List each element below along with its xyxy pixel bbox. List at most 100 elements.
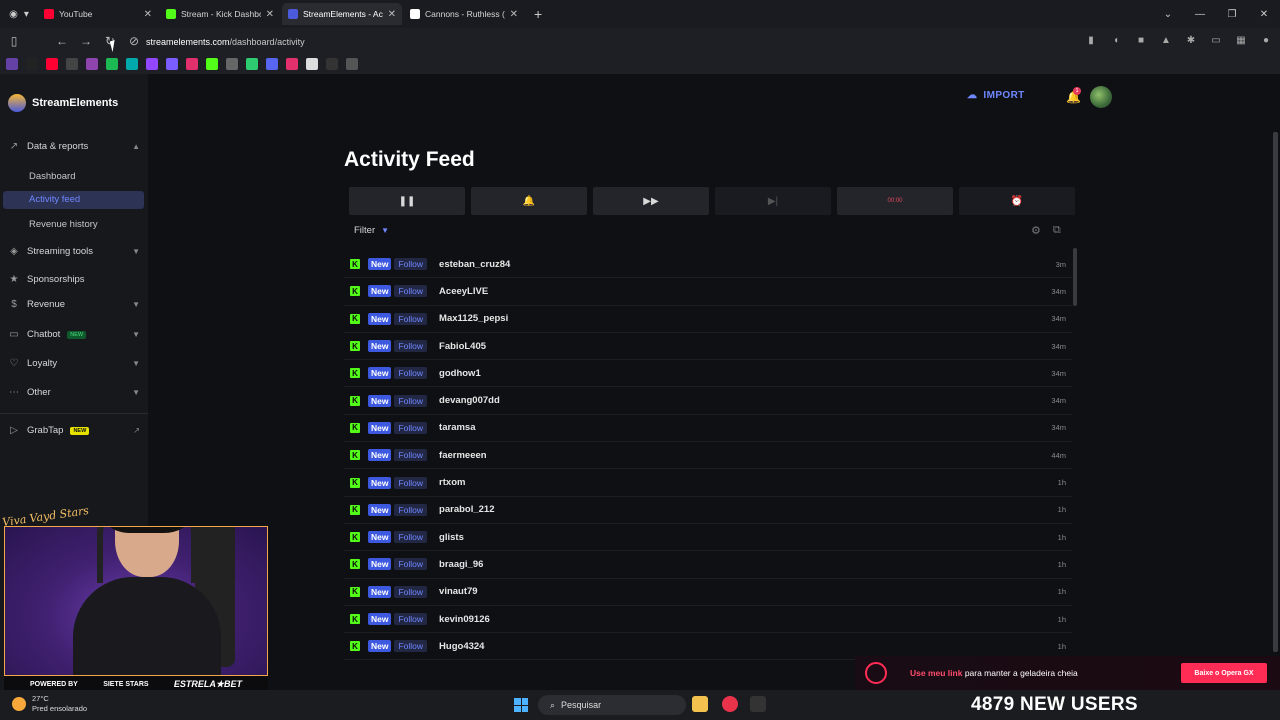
audio-icon[interactable]: ◖	[1108, 32, 1124, 48]
feed-row[interactable]: K New Follow Max1125_pepsi 34m	[344, 306, 1072, 333]
feed-row[interactable]: K New Follow vinaut79 1h	[344, 579, 1072, 606]
feed-username[interactable]: devang007dd	[439, 395, 500, 406]
terminal-icon[interactable]	[750, 696, 766, 712]
popout-icon[interactable]: ⧉	[1053, 224, 1061, 237]
feed-row[interactable]: K New Follow taramsa 34m	[344, 415, 1072, 443]
bookmark-grid-icon[interactable]	[346, 58, 358, 70]
bookmark-instagram2-icon[interactable]	[286, 58, 298, 70]
url-field[interactable]: streamelements.com/dashboard/activity	[146, 33, 1086, 50]
feed-row[interactable]: K New Follow rtxom 1h	[344, 469, 1072, 497]
profile-icon[interactable]: ●	[1258, 32, 1274, 48]
feed-row[interactable]: K New Follow esteban_cruz84 3m	[344, 251, 1072, 279]
sidebar-item-data-reports[interactable]: ↗ Data & reports ▲	[8, 141, 140, 152]
new-tab-button[interactable]: +	[534, 6, 542, 22]
feed-username[interactable]: faermeeen	[439, 450, 487, 461]
feed-username[interactable]: glists	[439, 532, 464, 543]
sidebar-item-revenue-history[interactable]: Revenue history	[29, 219, 98, 230]
feed-row[interactable]: K New Follow faermeeen 44m	[344, 442, 1072, 470]
gift-icon[interactable]: ▦	[1233, 32, 1249, 48]
feed-username[interactable]: Max1125_pepsi	[439, 313, 508, 324]
feed-username[interactable]: AceeyLIVE	[439, 286, 488, 297]
bookmark-x-icon[interactable]	[26, 58, 38, 70]
extensions-icon[interactable]: ✱	[1183, 32, 1199, 48]
bookmark-twitch-icon[interactable]	[6, 58, 18, 70]
weather-widget[interactable]: 27°C Pred ensolarado	[12, 694, 87, 714]
skip-next-button[interactable]: ▶|	[715, 187, 831, 215]
bookmark-link-icon[interactable]	[126, 58, 138, 70]
bookmark-spotify-icon[interactable]	[106, 58, 118, 70]
page-scrollbar[interactable]	[1273, 132, 1278, 652]
sidebar-item-grabtap[interactable]: ▷ GrabTap NEW ↗	[8, 425, 140, 436]
brand[interactable]: StreamElements	[8, 94, 118, 112]
vpn-icon[interactable]: ▭	[1208, 32, 1224, 48]
extension-fox-icon[interactable]: ▲	[1158, 32, 1174, 48]
close-icon[interactable]: ✕	[388, 9, 396, 20]
feed-username[interactable]: braagi_96	[439, 559, 483, 570]
opera-gx-taskbar-icon[interactable]	[722, 696, 738, 712]
feed-row[interactable]: K New Follow devang007dd 34m	[344, 387, 1072, 415]
sidebar-item-other[interactable]: ⋯ Other ▼	[8, 387, 140, 398]
close-window-button[interactable]: ✕	[1248, 9, 1280, 20]
feed-username[interactable]: godhow1	[439, 368, 481, 379]
import-button[interactable]: ☁ IMPORT	[967, 90, 1025, 101]
feed-username[interactable]: Hugo4324	[439, 641, 484, 652]
sidebar-item-sponsorships[interactable]: ★ Sponsorships	[8, 274, 140, 285]
feed-row[interactable]: K New Follow AceeyLIVE 34m	[344, 278, 1072, 306]
file-explorer-icon[interactable]	[692, 696, 708, 712]
bookmark-purple-icon[interactable]	[86, 58, 98, 70]
feed-username[interactable]: rtxom	[439, 477, 465, 488]
security-icon[interactable]: ⊘	[122, 34, 146, 48]
feed-username[interactable]: kevin09126	[439, 614, 490, 625]
feed-row[interactable]: K New Follow godhow1 34m	[344, 360, 1072, 388]
close-icon[interactable]: ✕	[266, 9, 274, 20]
mute-alerts-button[interactable]: 🔔	[471, 187, 587, 215]
start-button[interactable]	[514, 698, 528, 712]
forward-button[interactable]: →	[74, 34, 98, 48]
pause-button[interactable]: ❚❚	[349, 187, 465, 215]
bookmark-icon[interactable]: ▮	[1083, 32, 1099, 48]
bookmark-a-icon[interactable]	[66, 58, 78, 70]
feed-row[interactable]: K New Follow kevin09126 1h	[344, 606, 1072, 634]
bookmark-instagram-icon[interactable]	[186, 58, 198, 70]
sidebar-item-dashboard[interactable]: Dashboard	[29, 171, 75, 182]
feed-row[interactable]: K New Follow glists 1h	[344, 524, 1072, 552]
gear-icon[interactable]: ⚙	[1031, 224, 1041, 237]
bookmark-kick2-icon[interactable]	[246, 58, 258, 70]
feed-username[interactable]: FabioL405	[439, 341, 486, 352]
timer-button[interactable]: 00:00	[837, 187, 953, 215]
sidebar-toggle-icon[interactable]: ▯	[2, 34, 26, 48]
close-icon[interactable]: ✕	[510, 9, 518, 20]
taskbar-search[interactable]: ⌕ Pesquisar	[538, 695, 686, 715]
maximize-button[interactable]: ❐	[1216, 9, 1248, 20]
feed-row[interactable]: K New Follow FabioL405 34m	[344, 333, 1072, 361]
bookmark-globe-icon[interactable]	[166, 58, 178, 70]
tab-cannons[interactable]: Cannons - Ruthless (L ✕	[404, 3, 524, 25]
filter-dropdown[interactable]: Filter ▼	[354, 225, 389, 236]
back-button[interactable]: ←	[50, 34, 74, 48]
feed-scrollbar[interactable]	[1073, 248, 1077, 306]
extension-twitch-icon[interactable]: ■	[1133, 32, 1149, 48]
feed-username[interactable]: taramsa	[439, 422, 475, 433]
bookmark-s-icon[interactable]	[266, 58, 278, 70]
feed-row[interactable]: K New Follow braagi_96 1h	[344, 551, 1072, 579]
feed-username[interactable]: vinaut79	[439, 586, 478, 597]
sidebar-item-loyalty[interactable]: ♡ Loyalty ▼	[8, 358, 140, 369]
sidebar-item-streaming-tools[interactable]: ◈ Streaming tools ▼	[8, 246, 140, 257]
feed-username[interactable]: parabol_212	[439, 504, 494, 515]
feed-username[interactable]: esteban_cruz84	[439, 259, 510, 270]
skip-button[interactable]: ▶▶	[593, 187, 709, 215]
sidebar-item-activity-feed[interactable]: Activity feed	[3, 191, 144, 209]
minimize-button[interactable]: —	[1184, 9, 1216, 20]
notifications-button[interactable]: 🔔 1	[1066, 87, 1081, 104]
alarm-button[interactable]: ⏰	[959, 187, 1075, 215]
tab-streamelements[interactable]: StreamElements - Acti ✕	[282, 3, 402, 25]
bookmark-n-icon[interactable]	[326, 58, 338, 70]
sidebar-item-revenue[interactable]: $ Revenue ▼	[8, 299, 140, 310]
bookmark-kick-icon[interactable]	[206, 58, 218, 70]
browser-menu[interactable]: ◉ ▾	[0, 9, 38, 20]
close-icon[interactable]: ✕	[144, 9, 152, 20]
bookmark-v-icon[interactable]	[306, 58, 318, 70]
sidebar-item-chatbot[interactable]: ▭ Chatbot NEW ▼	[8, 329, 140, 340]
tab-kick[interactable]: Stream - Kick Dashboa ✕	[160, 3, 280, 25]
feed-row[interactable]: K New Follow parabol_212 1h	[344, 497, 1072, 524]
